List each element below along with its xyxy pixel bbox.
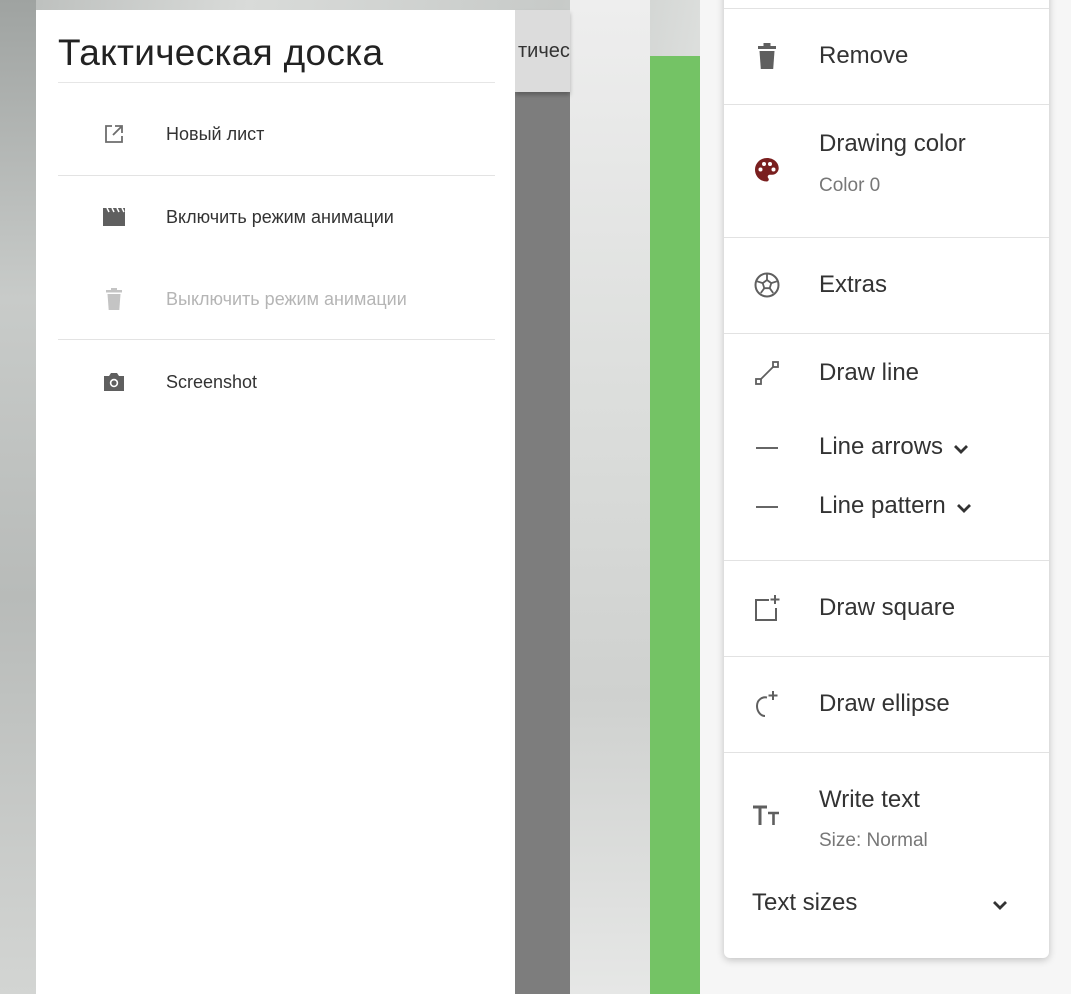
- menu-item-drawing-color[interactable]: Drawing color Color 0: [724, 104, 1049, 237]
- menu-item-write-text[interactable]: Write text Size: Normal: [724, 752, 1049, 872]
- menu-item-draw-line[interactable]: Draw line: [724, 333, 1049, 413]
- menu-item-draw-ellipse[interactable]: Draw ellipse: [724, 656, 1049, 752]
- menu-item-label: Remove: [819, 42, 909, 69]
- menu-item-label: Write text: [819, 786, 920, 813]
- chevron-down-icon: [953, 434, 969, 462]
- pitch-strip: [650, 56, 700, 994]
- menu-item-draw-square[interactable]: Draw square: [724, 560, 1049, 656]
- app-bar-fragment: тичес: [515, 10, 570, 92]
- drawer-title: Тактическая доска: [58, 32, 384, 73]
- drawer-item-disable-animation[interactable]: Выключить режим анимации: [36, 269, 515, 329]
- menu-item-value: Color 0: [819, 175, 881, 196]
- menu-item-line-pattern[interactable]: Line pattern: [724, 475, 1049, 541]
- drawer-item-screenshot[interactable]: Screenshot: [36, 352, 515, 412]
- menu-item-value: Size: Normal: [819, 830, 928, 851]
- menu-item-text-sizes[interactable]: Text sizes: [724, 872, 1049, 932]
- palette-icon: [752, 155, 782, 185]
- drawer-item-new-sheet[interactable]: Новый лист: [36, 104, 515, 164]
- add-ellipse-icon: [752, 689, 782, 719]
- menu-item-line-arrows[interactable]: Line arrows: [724, 413, 1049, 475]
- menu-item-label: Draw ellipse: [819, 690, 950, 717]
- open-in-new-icon: [102, 122, 126, 146]
- tool-menu: Remove Drawing color Color 0 Extras Draw…: [724, 0, 1049, 958]
- text-size-icon: [752, 800, 782, 830]
- menu-item-label: Line pattern: [819, 492, 972, 521]
- dash-icon: [756, 506, 778, 508]
- menu-item-label: Extras: [819, 271, 888, 298]
- divider: [58, 175, 495, 176]
- drawer-item-label: Screenshot: [166, 371, 258, 392]
- drawer-item-label: Новый лист: [166, 123, 265, 144]
- divider: [58, 82, 495, 83]
- background-middle: [570, 0, 650, 994]
- add-square-icon: [752, 593, 782, 623]
- chevron-down-icon: [992, 898, 1008, 916]
- divider: [58, 339, 495, 340]
- chevron-down-icon: [956, 493, 972, 521]
- scrim-strip: [515, 10, 570, 994]
- background-left: [0, 0, 36, 994]
- navigation-drawer: Тактическая доска Новый лист Включить ре…: [36, 10, 515, 994]
- menu-item-remove[interactable]: Remove: [724, 8, 1049, 104]
- draw-line-icon: [752, 358, 782, 388]
- camera-icon: [102, 370, 126, 394]
- menu-item-label: Draw square: [819, 594, 956, 621]
- dash-icon: [756, 447, 778, 449]
- delete-icon: [102, 287, 126, 311]
- app-bar-partial-title: тичес: [518, 40, 570, 62]
- menu-item-label: Text sizes: [752, 889, 858, 916]
- delete-icon: [752, 41, 782, 71]
- movie-icon: [102, 205, 126, 229]
- menu-item-label: Drawing color: [819, 130, 966, 157]
- drawer-item-label: Включить режим анимации: [166, 206, 394, 227]
- drawer-item-label: Выключить режим анимации: [166, 288, 407, 309]
- menu-item-label: Line arrows: [819, 433, 969, 462]
- soccer-ball-icon: [752, 270, 782, 300]
- menu-item-extras[interactable]: Extras: [724, 237, 1049, 333]
- menu-item-label: Draw line: [819, 359, 920, 386]
- drawer-item-enable-animation[interactable]: Включить режим анимации: [36, 187, 515, 247]
